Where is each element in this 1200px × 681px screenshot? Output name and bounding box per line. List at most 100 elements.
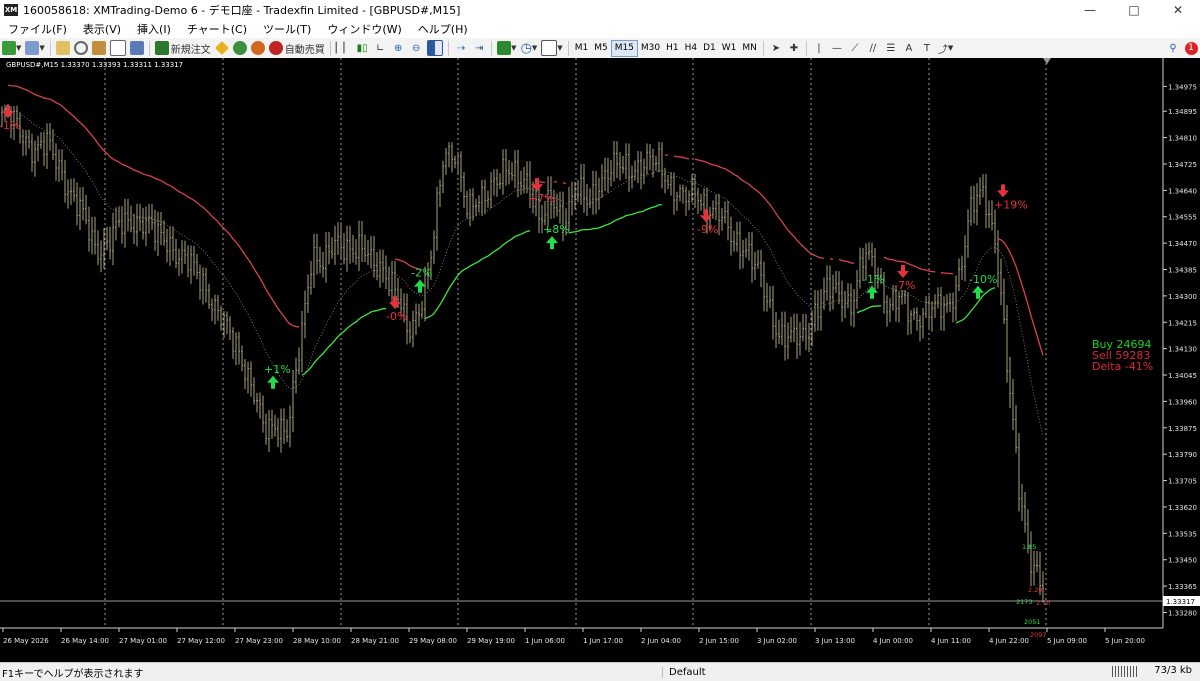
current-price-label: 1.33317 (1166, 598, 1195, 606)
trend-band-support (425, 231, 530, 319)
menu-tools[interactable]: ツール(T) (255, 21, 319, 37)
bar-chart-button[interactable]: ▏▏ (336, 40, 351, 56)
auto-trading-button[interactable]: 自動売買 (269, 40, 325, 56)
strategy-tester-button[interactable] (130, 40, 144, 56)
channel-button[interactable]: ∕∕ (866, 40, 880, 56)
menu-window[interactable]: ウィンドウ(W) (319, 21, 409, 37)
cursor-button[interactable]: ➤ (769, 40, 783, 56)
market-watch-button[interactable] (56, 40, 70, 56)
menu-chart[interactable]: チャート(C) (179, 21, 255, 37)
time-tick-label: 27 May 23:00 (235, 637, 283, 645)
arrows-button[interactable]: ⤴▼ (938, 40, 953, 56)
new-order-button[interactable]: 新規注文 (155, 40, 211, 56)
new-chart-button[interactable]: ▼ (2, 40, 21, 56)
sell-signal-arrow-icon (389, 296, 401, 309)
fibonacci-button[interactable]: ☰ (884, 40, 898, 56)
timeframe-m1[interactable]: M1 (572, 41, 592, 56)
horizontal-line-icon: — (832, 43, 842, 54)
price-tick-label: 1.33365 (1168, 583, 1197, 591)
tile-windows-button[interactable] (427, 40, 443, 56)
price-chart[interactable]: 1.349751.348951.348101.347251.346401.345… (0, 58, 1200, 662)
indicators-button[interactable]: ▼ (497, 40, 516, 56)
terminal-button[interactable] (110, 40, 126, 56)
price-tick-label: 1.34470 (1168, 240, 1197, 248)
line-chart-button[interactable]: ∟ (373, 40, 387, 56)
trendline-icon: ⟋ (851, 43, 858, 54)
connection-bars-icon (1112, 666, 1138, 677)
price-tick-label: 1.34300 (1168, 293, 1197, 301)
trendline-button[interactable]: ⟋ (848, 40, 862, 56)
channel-icon: ∕∕ (870, 43, 877, 54)
zoom-out-button[interactable]: ⊖ (409, 40, 423, 56)
timeframe-w1[interactable]: W1 (719, 41, 740, 56)
maximize-button[interactable]: □ (1112, 0, 1156, 20)
timeframe-m30[interactable]: M30 (638, 41, 663, 56)
trend-band-resistance (839, 259, 854, 263)
price-tick-label: 1.34045 (1168, 372, 1197, 380)
signal-percent-label: -1% (0, 119, 20, 132)
time-tick-label: 27 May 12:00 (177, 637, 225, 645)
chart-canvas: 1.349751.348951.348101.347251.346401.345… (0, 58, 1200, 662)
timeframe-m5[interactable]: M5 (591, 41, 611, 56)
profiles-button[interactable]: ▼ (25, 40, 44, 56)
menu-insert[interactable]: 挿入(I) (129, 21, 179, 37)
signal-percent-label: +1% (264, 363, 291, 376)
chart-symbol-info: GBPUSD#,M15 1.33370 1.33393 1.33311 1.33… (6, 61, 183, 69)
periodicity-button[interactable]: ◷▼ (521, 40, 538, 56)
time-tick-label: 3 Jun 13:00 (815, 637, 855, 645)
menu-help[interactable]: ヘルプ(H) (410, 21, 476, 37)
trend-band-resistance (8, 85, 299, 327)
candlestick-button[interactable]: ▮▯ (355, 40, 369, 56)
autoscroll-button[interactable]: ⇢ (454, 40, 468, 56)
price-tick-label: 1.33280 (1168, 609, 1197, 617)
meta-editor-button[interactable] (215, 40, 229, 56)
menu-view[interactable]: 表示(V) (75, 21, 129, 37)
bar-chart-icon: ▏▏ (336, 43, 351, 54)
timeframe-m15[interactable]: M15 (611, 40, 638, 57)
market-watch-icon (56, 41, 70, 55)
minimize-button[interactable]: — (1068, 0, 1112, 20)
trend-band-resistance (539, 181, 545, 182)
chart-shift-button[interactable]: ⇥ (472, 40, 486, 56)
text-icon: A (905, 43, 912, 54)
timeframe-h4[interactable]: H4 (682, 41, 701, 56)
crosshair-button[interactable]: ✚ (787, 40, 801, 56)
crosshair-icon: ✚ (790, 43, 798, 54)
app-logo-icon: XM (4, 4, 18, 16)
timeframe-mn[interactable]: MN (739, 41, 760, 56)
price-tick-label: 1.33790 (1168, 451, 1197, 459)
signal-percent-label: -1% (863, 273, 884, 286)
templates-button[interactable]: ▼ (541, 40, 562, 56)
trend-band-resistance (674, 156, 689, 159)
close-button[interactable]: ✕ (1156, 0, 1200, 20)
toolbar-separator (149, 41, 150, 56)
vertical-line-button[interactable]: | (812, 40, 826, 56)
menu-file[interactable]: ファイル(F) (0, 21, 75, 37)
volume-label: 2051 (1024, 618, 1041, 626)
volume-label: 2.10 (1036, 599, 1050, 607)
navigator-button[interactable] (92, 40, 106, 56)
buy-signal-arrow-icon (866, 286, 878, 299)
trend-band-support (569, 205, 662, 233)
globe-icon (233, 41, 247, 55)
status-profile[interactable]: Default (662, 667, 789, 678)
trend-band-resistance (695, 159, 824, 258)
price-tick-label: 1.33620 (1168, 504, 1197, 512)
market-button[interactable] (251, 40, 265, 56)
text-label-button[interactable]: T (920, 40, 934, 56)
timeframe-d1[interactable]: D1 (700, 41, 719, 56)
search-icon: ⚲ (1169, 43, 1176, 54)
horizontal-line-button[interactable]: — (830, 40, 844, 56)
search-button[interactable]: ⚲ (1166, 40, 1180, 56)
signals-button[interactable] (233, 40, 247, 56)
fibonacci-icon: ☰ (886, 43, 895, 54)
timeframe-h1[interactable]: H1 (663, 41, 682, 56)
zoom-in-button[interactable]: ⊕ (391, 40, 405, 56)
trend-band-resistance (563, 183, 566, 184)
vertical-line-icon: | (817, 43, 820, 54)
price-tick-label: 1.34130 (1168, 346, 1197, 354)
notifications-button[interactable]: 1 (1184, 40, 1198, 56)
text-button[interactable]: A (902, 40, 916, 56)
data-window-button[interactable] (74, 40, 88, 56)
toolbar-separator (50, 41, 51, 56)
